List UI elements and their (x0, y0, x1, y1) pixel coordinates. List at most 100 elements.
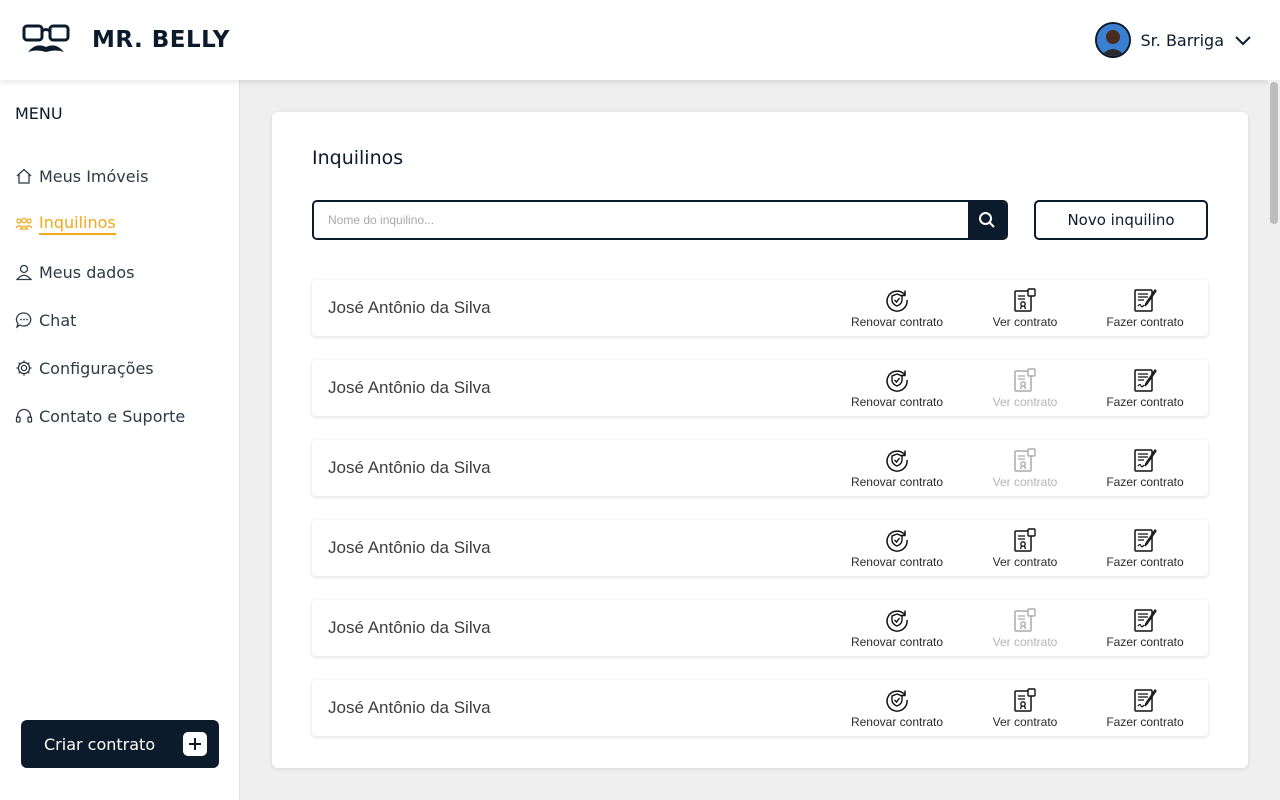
renew-contract-button[interactable]: Renovar contrato (842, 367, 952, 409)
view-contract-label: Ver contrato (992, 395, 1058, 409)
sidebar-item-configuracoes[interactable]: Configurações (15, 356, 185, 380)
make-contract-label: Fazer contrato (1106, 555, 1184, 569)
view-contract-button[interactable]: Ver contrato (970, 687, 1080, 729)
sidebar-item-label: Meus dados (39, 262, 135, 282)
sidebar-item-label: Contato e Suporte (39, 406, 186, 426)
make-contract-button[interactable]: Fazer contrato (1090, 287, 1200, 329)
sidebar-item-meus-imoveis[interactable]: Meus Imóveis (15, 164, 185, 188)
tenant-row: José Antônio da Silva Renovar contrato Ver… (312, 280, 1208, 336)
sidebar-item-meus-dados[interactable]: Meus dados (15, 260, 185, 284)
renew-contract-icon (886, 690, 908, 712)
renew-contract-button[interactable]: Renovar contrato (842, 287, 952, 329)
view-contract-label: Ver contrato (992, 555, 1058, 569)
chevron-down-icon (1235, 36, 1251, 46)
renew-contract-label: Renovar contrato (850, 395, 944, 409)
renew-contract-icon (886, 450, 908, 472)
sidebar-item-label: Meus Imóveis (39, 166, 149, 186)
chat-icon (15, 312, 32, 329)
tenant-name: José Antônio da Silva (328, 538, 491, 557)
scrollbar-thumb[interactable] (1270, 82, 1278, 224)
tenant-row: José Antônio da Silva Renovar contrato Ver… (312, 360, 1208, 416)
tenant-name: José Antônio da Silva (328, 458, 491, 477)
renew-contract-icon (886, 610, 908, 632)
sidebar-item-label: Chat (39, 310, 77, 330)
sidebar-item-chat[interactable]: Chat (15, 308, 185, 332)
search-icon (979, 212, 995, 228)
view-contract-icon (1014, 528, 1036, 552)
make-contract-icon (1134, 288, 1157, 312)
make-contract-button[interactable]: Fazer contrato (1090, 367, 1200, 409)
view-contract-button: Ver contrato (970, 367, 1080, 409)
tenant-row: José Antônio da Silva Renovar contrato Ver… (312, 680, 1208, 736)
sidebar-item-contato-suporte[interactable]: Contato e Suporte (15, 404, 185, 428)
view-contract-button[interactable]: Ver contrato (970, 527, 1080, 569)
users-icon (15, 217, 33, 230)
tenant-row: José Antônio da Silva Renovar contrato Ver… (312, 440, 1208, 496)
view-contract-label: Ver contrato (992, 475, 1058, 489)
view-contract-icon (1014, 368, 1036, 392)
renew-contract-button[interactable]: Renovar contrato (842, 687, 952, 729)
sidebar-item-label: Inquilinos (39, 213, 116, 235)
view-contract-icon (1014, 448, 1036, 472)
make-contract-button[interactable]: Fazer contrato (1090, 607, 1200, 649)
make-contract-icon (1134, 688, 1157, 712)
make-contract-button[interactable]: Fazer contrato (1090, 447, 1200, 489)
gear-icon (16, 360, 32, 376)
renew-contract-button[interactable]: Renovar contrato (842, 447, 952, 489)
view-contract-icon (1014, 688, 1036, 712)
renew-contract-icon (886, 290, 908, 312)
renew-contract-label: Renovar contrato (850, 715, 944, 729)
tenant-name: José Antônio da Silva (328, 698, 491, 717)
brand-name: MR. BELLY (92, 27, 230, 53)
make-contract-icon (1134, 528, 1157, 552)
sidebar: MENU Meus Imóveis Inquilinos Meus dados … (0, 80, 240, 800)
user-menu[interactable]: Sr. Barriga (1094, 22, 1253, 58)
tenant-name: José Antônio da Silva (328, 618, 491, 637)
tenant-row: José Antônio da Silva Renovar contrato Ver… (312, 520, 1208, 576)
make-contract-label: Fazer contrato (1106, 475, 1184, 489)
create-contract-label: Criar contrato (44, 734, 156, 754)
search-input[interactable] (314, 202, 968, 238)
glasses-mustache-logo-icon (22, 24, 70, 52)
search-bar (312, 200, 1008, 240)
tenant-name: José Antônio da Silva (328, 378, 491, 397)
make-contract-icon (1134, 368, 1157, 392)
renew-contract-icon (886, 370, 908, 392)
page-scrollbar[interactable] (1268, 80, 1280, 800)
top-header: MR. BELLY Sr. Barriga (0, 0, 1280, 80)
view-contract-button[interactable]: Ver contrato (970, 287, 1080, 329)
renew-contract-label: Renovar contrato (850, 555, 944, 569)
make-contract-button[interactable]: Fazer contrato (1090, 527, 1200, 569)
plus-icon (183, 732, 207, 756)
avatar (1094, 22, 1131, 58)
user-name: Sr. Barriga (1140, 30, 1225, 50)
user-icon (15, 264, 33, 281)
create-contract-button[interactable]: Criar contrato (21, 720, 219, 768)
sidebar-item-inquilinos[interactable]: Inquilinos (15, 212, 185, 236)
make-contract-label: Fazer contrato (1106, 715, 1184, 729)
renew-contract-label: Renovar contrato (850, 315, 944, 329)
view-contract-label: Ver contrato (992, 715, 1058, 729)
make-contract-icon (1134, 608, 1157, 632)
tenant-name: José Antônio da Silva (328, 298, 491, 317)
view-contract-icon (1014, 608, 1036, 632)
view-contract-button: Ver contrato (970, 607, 1080, 649)
new-tenant-button[interactable]: Novo inquilino (1034, 200, 1208, 240)
home-icon (16, 168, 32, 184)
view-contract-button: Ver contrato (970, 447, 1080, 489)
make-contract-label: Fazer contrato (1106, 315, 1184, 329)
headset-icon (15, 408, 33, 423)
tenants-card: Inquilinos Novo inquilino José Antônio d… (272, 112, 1248, 768)
make-contract-button[interactable]: Fazer contrato (1090, 687, 1200, 729)
renew-contract-button[interactable]: Renovar contrato (842, 527, 952, 569)
page-title: Inquilinos (312, 147, 404, 169)
view-contract-label: Ver contrato (992, 315, 1058, 329)
sidebar-nav: Meus Imóveis Inquilinos Meus dados Chat … (15, 164, 185, 452)
view-contract-label: Ver contrato (992, 635, 1058, 649)
renew-contract-button[interactable]: Renovar contrato (842, 607, 952, 649)
renew-contract-label: Renovar contrato (850, 475, 944, 489)
search-button[interactable] (968, 202, 1006, 238)
make-contract-label: Fazer contrato (1106, 395, 1184, 409)
brand[interactable]: MR. BELLY (22, 22, 230, 58)
avatar-portrait-icon (1096, 24, 1129, 56)
